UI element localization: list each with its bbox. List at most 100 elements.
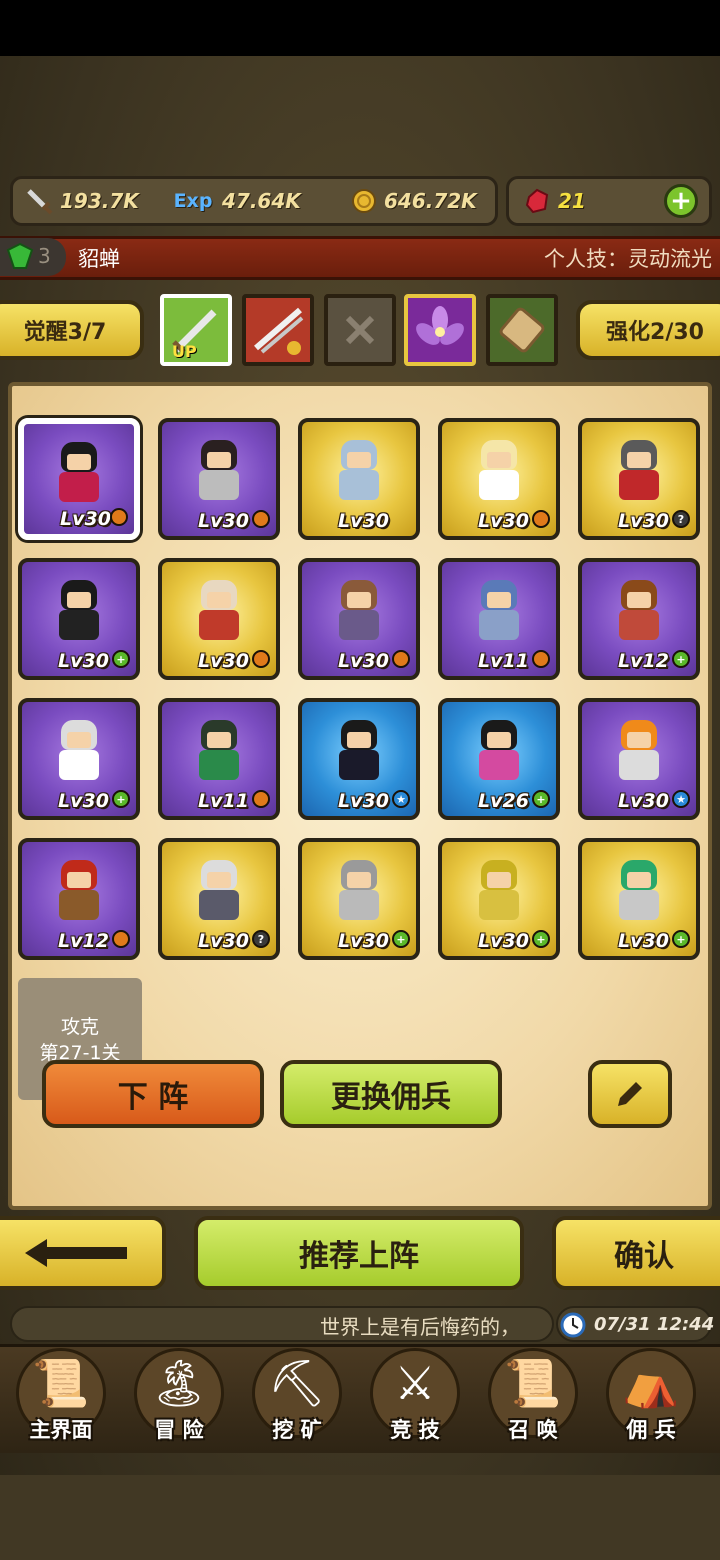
remove-from-team-button[interactable]: 下 阵 xyxy=(42,1060,264,1128)
sword-icon xyxy=(24,186,54,216)
mercenary-sprite xyxy=(471,856,527,924)
sprite-body xyxy=(59,610,99,640)
mercenary-level: Lv30 xyxy=(58,650,109,672)
edit-button[interactable] xyxy=(588,1060,672,1128)
equip-slot-weapon[interactable]: UP xyxy=(160,294,232,366)
mercenary-level: Lv30 xyxy=(478,930,529,952)
blade-handshake-icon xyxy=(254,307,304,355)
enhance-button[interactable]: 强化2/30 xyxy=(576,300,720,360)
nav-item[interactable]: 🏝 冒 险 xyxy=(120,1344,238,1450)
mercenary-card[interactable]: Lv12 + xyxy=(578,558,700,680)
attack-resource: 193.7K xyxy=(24,186,139,216)
mercenary-card[interactable]: Lv11 xyxy=(438,558,560,680)
sprite-body xyxy=(59,890,99,920)
status-badge-plus: + xyxy=(672,650,690,668)
mercenary-card[interactable]: Lv30 + xyxy=(18,558,140,680)
mercenary-card[interactable]: Lv30? xyxy=(158,838,280,960)
mercenary-level: Lv11 xyxy=(198,790,249,812)
mercenary-card[interactable]: Lv11 xyxy=(158,698,280,820)
sprite-body xyxy=(199,750,239,780)
status-badge-star: ★ xyxy=(672,790,690,808)
status-badge-plus: + xyxy=(532,930,550,948)
confirm-label: 确认 xyxy=(614,1239,674,1274)
sprite-body xyxy=(339,890,379,920)
nav-label: 挖 矿 xyxy=(272,1418,322,1442)
mercenary-card[interactable]: Lv30 + xyxy=(438,838,560,960)
gold-value: 646.72K xyxy=(384,189,477,213)
recommend-deploy-button[interactable]: 推荐上阵 xyxy=(194,1216,524,1290)
nav-item[interactable]: ⛺ 佣 兵 xyxy=(592,1344,710,1450)
sprite-body xyxy=(59,750,99,780)
back-button[interactable] xyxy=(0,1216,166,1290)
status-badge-plus: + xyxy=(112,790,130,808)
mercenary-card[interactable]: Lv30 + xyxy=(298,838,420,960)
sprite-body xyxy=(619,610,659,640)
scroll-icon xyxy=(499,307,545,353)
gem-value: 21 xyxy=(558,189,586,213)
equip-slot-blade[interactable] xyxy=(242,294,314,366)
mercenary-card[interactable]: Lv12 xyxy=(18,838,140,960)
nav-item[interactable]: ⚔ 竞 技 xyxy=(356,1344,474,1450)
confirm-button[interactable]: 确认 xyxy=(552,1216,720,1290)
sprite-face xyxy=(347,592,371,608)
sprite-body xyxy=(479,470,519,500)
mercenary-card[interactable]: Lv30 xyxy=(18,418,140,540)
mercenary-level: Lv30 xyxy=(618,510,669,532)
replace-mercenary-button[interactable]: 更换佣兵 xyxy=(280,1060,502,1128)
hero-skill: 个人技：灵动流光 xyxy=(544,247,712,271)
add-gems-button[interactable]: + xyxy=(664,184,698,218)
sprite-face xyxy=(207,452,231,468)
mercenary-card[interactable]: Lv30 xyxy=(298,418,420,540)
mercenary-sprite xyxy=(331,576,387,644)
chat-message: 世界上是有后悔药的， xyxy=(320,1315,520,1339)
nav-item[interactable]: 📜 主界面 xyxy=(2,1344,120,1450)
mercenary-sprite xyxy=(51,716,107,784)
mercenary-card[interactable]: Lv30 + xyxy=(578,838,700,960)
mercenary-card[interactable]: Lv30 ★ xyxy=(298,698,420,820)
status-badge-question: ? xyxy=(672,510,690,528)
mercenary-sprite xyxy=(471,576,527,644)
mercenary-card[interactable]: Lv26 + xyxy=(438,698,560,820)
awaken-button[interactable]: 觉醒3/7 xyxy=(0,300,144,360)
mercenary-card[interactable]: Lv30? xyxy=(578,418,700,540)
mercenary-level: Lv30 xyxy=(58,790,109,812)
mercenary-card[interactable]: Lv30 ★ xyxy=(578,698,700,820)
pickaxe-icon: ⛏ xyxy=(267,1356,327,1410)
sprite-face xyxy=(67,454,91,470)
mercenary-card[interactable]: Lv30 + xyxy=(18,698,140,820)
hero-gem-count: 3 xyxy=(38,244,51,268)
status-badge-orange xyxy=(532,650,550,668)
mercenary-card[interactable]: Lv30 xyxy=(158,418,280,540)
mercenary-card[interactable]: Lv30 xyxy=(298,558,420,680)
sprite-face xyxy=(627,872,651,888)
mercenary-level: Lv30 xyxy=(198,650,249,672)
status-badge-orange xyxy=(532,510,550,528)
mercenary-card[interactable]: Lv30 xyxy=(158,558,280,680)
sprite-face xyxy=(487,452,511,468)
ruby-icon xyxy=(522,186,552,216)
coin-icon xyxy=(348,186,378,216)
mercenary-card[interactable]: Lv30 xyxy=(438,418,560,540)
mercenary-sprite xyxy=(191,576,247,644)
mercenary-level: Lv30 xyxy=(618,930,669,952)
status-badge-orange xyxy=(392,650,410,668)
equip-slot-flower[interactable] xyxy=(404,294,476,366)
summon-scroll-icon: 📜 xyxy=(504,1356,562,1410)
sprite-body xyxy=(339,750,379,780)
nav-item[interactable]: 📜 召 唤 xyxy=(474,1344,592,1450)
equip-slot-empty[interactable] xyxy=(324,294,396,366)
stage-text: 攻克 第27-1关 xyxy=(18,1014,142,1066)
mercenary-level: Lv30 xyxy=(338,790,389,812)
nav-label: 主界面 xyxy=(29,1418,93,1442)
mercenary-sprite xyxy=(51,438,107,506)
mercenary-level: Lv30 xyxy=(60,508,111,530)
nav-item[interactable]: ⛏ 挖 矿 xyxy=(238,1344,356,1450)
sprite-face xyxy=(67,732,91,748)
status-badge-plus: + xyxy=(392,930,410,948)
gold-resource: 646.72K xyxy=(348,186,477,216)
equip-slot-scroll[interactable] xyxy=(486,294,558,366)
sprite-face xyxy=(487,872,511,888)
mercenary-level: Lv30 xyxy=(338,650,389,672)
sprite-body xyxy=(59,472,99,502)
empty-slot-icon xyxy=(345,315,375,345)
